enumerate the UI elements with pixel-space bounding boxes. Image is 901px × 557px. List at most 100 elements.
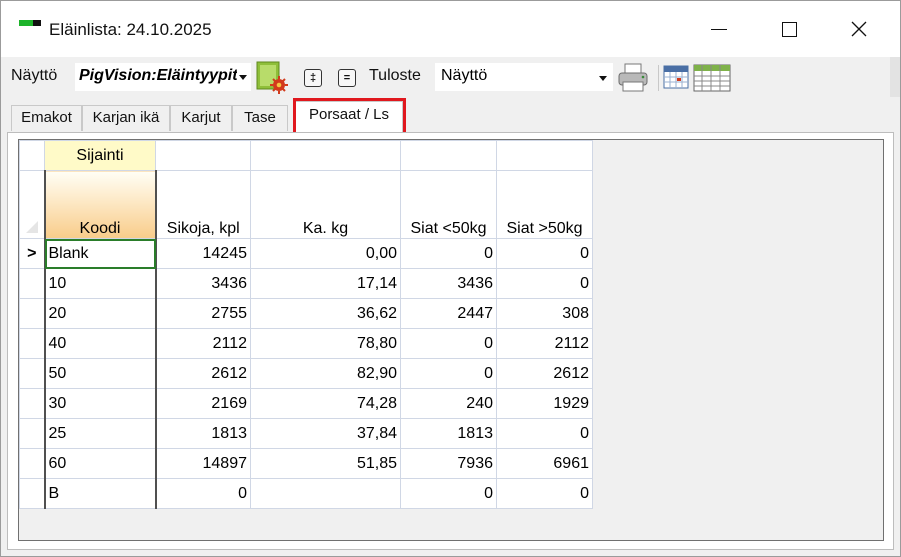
cell-value[interactable]: 0 [400, 358, 497, 389]
cell-value[interactable]: 1813 [400, 418, 497, 449]
cell-koodi[interactable]: 25 [43, 418, 156, 449]
cell-value[interactable]: 2112 [154, 328, 251, 359]
cell-value[interactable]: 0 [154, 478, 251, 509]
table-row[interactable]: B000 [19, 478, 593, 509]
cell-value[interactable]: 2612 [154, 358, 251, 389]
calendar-icon [663, 65, 689, 89]
cell-value[interactable]: 1813 [154, 418, 251, 449]
cell-value[interactable]: 0 [400, 478, 497, 509]
settings-button[interactable] [255, 60, 289, 94]
row-header[interactable] [19, 358, 45, 389]
column-header-sikoja[interactable]: Sikoja, kpl [154, 170, 251, 239]
cell-value[interactable]: 0 [496, 478, 593, 509]
print-target-selector[interactable]: Näyttö [435, 63, 613, 91]
spreadsheet-icon [693, 64, 731, 92]
row-header[interactable] [19, 388, 45, 419]
cell-value[interactable]: 0 [496, 238, 593, 269]
cell-value[interactable]: 2112 [496, 328, 593, 359]
cell-value[interactable]: 6961 [496, 448, 593, 479]
cell-value[interactable]: 78,80 [250, 328, 401, 359]
table-row[interactable]: 50 2612 82,90 0 2612 [19, 358, 593, 389]
cell-value[interactable]: 7936 [400, 448, 497, 479]
maximize-button[interactable] [766, 1, 812, 57]
close-button[interactable] [836, 1, 882, 57]
cell-value[interactable]: 0 [496, 268, 593, 299]
table-row[interactable]: 25 1813 37,84 1813 0 [19, 418, 593, 449]
cell-koodi[interactable]: 30 [43, 388, 156, 419]
print-label: Tuloste [369, 67, 421, 84]
tab-emakot[interactable]: Emakot [11, 105, 82, 131]
calendar-view-button[interactable] [663, 63, 689, 95]
table-view-button[interactable] [693, 63, 731, 97]
cell-value[interactable] [250, 478, 401, 509]
grid-body: > Blank 14245 0,00 0 0 10 3436 17,14 3436 0 20 2755 3… [19, 238, 593, 509]
cell-koodi[interactable]: Blank [43, 238, 156, 269]
view-selector-value: PigVision:Eläintyypit [79, 67, 237, 84]
cell-value[interactable]: 308 [496, 298, 593, 329]
cell-value[interactable]: 3436 [400, 268, 497, 299]
view-selector[interactable]: PigVision:Eläintyypit [75, 63, 251, 91]
cell-value[interactable]: 51,85 [250, 448, 401, 479]
cell-koodi[interactable]: 10 [43, 268, 156, 299]
print-button[interactable] [617, 63, 649, 97]
app-logo-icon [19, 20, 41, 30]
table-row[interactable]: > Blank 14245 0,00 0 0 [19, 238, 593, 269]
cell-koodi[interactable]: 40 [43, 328, 156, 359]
tab-page: Sijainti Koodi Sikoja, kpl Ka. kg Siat <… [7, 132, 894, 550]
tab-strip: Emakot Karjan ikä Karjut Tase Porsaat / … [1, 97, 900, 133]
row-header[interactable] [19, 478, 45, 509]
title-bar: Eläinlista: 24.10.2025 [1, 1, 900, 57]
tab-tase[interactable]: Tase [232, 105, 288, 131]
table-row[interactable]: 60 14897 51,85 7936 6961 [19, 448, 593, 479]
row-header-corner [19, 140, 45, 171]
row-header[interactable] [19, 268, 45, 299]
cell-value[interactable]: 2447 [400, 298, 497, 329]
row-header[interactable]: > [19, 238, 45, 269]
cell-value[interactable]: 0 [400, 238, 497, 269]
cell-value[interactable]: 0,00 [250, 238, 401, 269]
cell-value[interactable]: 36,62 [250, 298, 401, 329]
cell-value[interactable]: 1929 [496, 388, 593, 419]
minimize-button[interactable] [696, 1, 742, 57]
cell-value[interactable]: 17,14 [250, 268, 401, 299]
tab-karjan-ika[interactable]: Karjan ikä [82, 105, 170, 131]
cell-koodi[interactable]: B [43, 478, 156, 509]
row-header[interactable] [19, 328, 45, 359]
select-all-corner[interactable] [19, 170, 45, 239]
cell-koodi[interactable]: 60 [43, 448, 156, 479]
cell-value[interactable]: 2612 [496, 358, 593, 389]
column-header-siat-yli-50[interactable]: Siat >50kg [496, 170, 593, 239]
column-header-koodi[interactable]: Koodi [43, 170, 156, 239]
cell-value[interactable]: 74,28 [250, 388, 401, 419]
cell-koodi[interactable]: 20 [43, 298, 156, 329]
table-row[interactable]: 30 2169 74,28 240 1929 [19, 388, 593, 419]
row-header[interactable] [19, 448, 45, 479]
column-header-siat-alle-50[interactable]: Siat <50kg [400, 170, 497, 239]
cell-value[interactable]: 0 [400, 328, 497, 359]
cell-value[interactable]: 3436 [154, 268, 251, 299]
column-header-ka-kg[interactable]: Ka. kg [250, 170, 401, 239]
cell-value[interactable]: 14897 [154, 448, 251, 479]
cell-value[interactable]: 82,90 [250, 358, 401, 389]
row-header[interactable] [19, 298, 45, 329]
header-filler [400, 140, 497, 171]
table-row[interactable]: 20 2755 36,62 2447 308 [19, 298, 593, 329]
chevron-down-icon [599, 76, 607, 81]
current-row-marker-icon: > [27, 244, 37, 262]
cell-value[interactable]: 2755 [154, 298, 251, 329]
expand-all-button[interactable]: ‡ [304, 69, 322, 87]
group-header-sijainti[interactable]: Sijainti [44, 140, 156, 171]
row-header[interactable] [19, 418, 45, 449]
window-title: Eläinlista: 24.10.2025 [49, 20, 212, 39]
cell-value[interactable]: 2169 [154, 388, 251, 419]
tab-karjut[interactable]: Karjut [170, 105, 232, 131]
cell-value[interactable]: 14245 [154, 238, 251, 269]
table-row[interactable]: 10 3436 17,14 3436 0 [19, 268, 593, 299]
table-row[interactable]: 40 2112 78,80 0 2112 [19, 328, 593, 359]
cell-value[interactable]: 37,84 [250, 418, 401, 449]
collapse-all-button[interactable]: = [338, 69, 356, 87]
data-grid[interactable]: Sijainti Koodi Sikoja, kpl Ka. kg Siat <… [18, 139, 884, 541]
cell-value[interactable]: 240 [400, 388, 497, 419]
cell-koodi[interactable]: 50 [43, 358, 156, 389]
cell-value[interactable]: 0 [496, 418, 593, 449]
